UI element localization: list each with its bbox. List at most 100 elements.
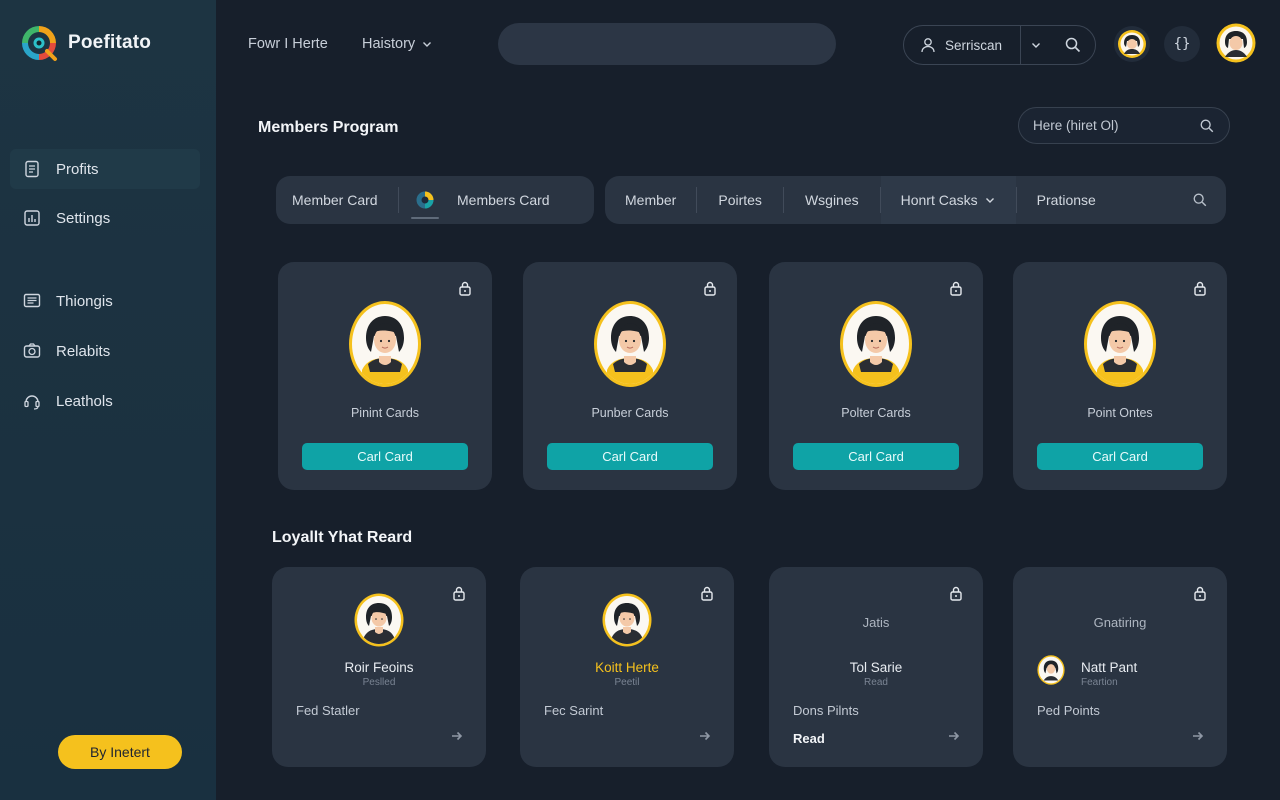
list-icon [23, 293, 41, 308]
lock-button[interactable] [703, 280, 717, 301]
loyalty-card-desc: Ped Points [1037, 703, 1100, 718]
sidebar-item-profits[interactable]: Profits [10, 149, 200, 189]
loyalty-card-desc: Dons Pilnts [793, 703, 859, 718]
sidebar-item-label: Profits [56, 160, 99, 178]
member-card[interactable]: Punber Cards Carl Card [523, 262, 737, 490]
top-nav-label: Fowr I Herte [248, 36, 328, 52]
headset-icon [24, 395, 40, 410]
global-search-input[interactable] [498, 23, 836, 65]
top-nav-label: Haistory [362, 36, 416, 52]
app-logo-icon [20, 24, 58, 62]
tab-points[interactable]: Poirtes [697, 176, 783, 224]
loyalty-card[interactable]: Jatis Tol Sarie Read Dons Pilnts Read [769, 567, 983, 767]
member-avatar-icon [602, 593, 652, 647]
member-avatar-icon [1084, 301, 1156, 387]
arrow-right-icon[interactable] [450, 729, 464, 743]
lock-button[interactable] [452, 585, 466, 606]
tab-label: Wsgines [804, 192, 859, 208]
lock-button[interactable] [949, 585, 963, 606]
sidebar-item-leathols[interactable]: Leathols [10, 381, 200, 421]
tab-members-card[interactable]: Members Card [399, 176, 550, 224]
lock-button[interactable] [458, 280, 472, 301]
chevron-down-icon [1032, 43, 1041, 48]
lock-icon [1194, 586, 1206, 601]
lock-button[interactable] [700, 585, 714, 606]
user-menu[interactable]: Serriscan [903, 25, 1096, 65]
member-avatar [602, 593, 652, 647]
lock-button[interactable] [1193, 280, 1207, 301]
card-type-tabs: Member Card Members Card [276, 176, 594, 224]
tab-wages[interactable]: Wsgines [784, 176, 880, 224]
profile-avatar[interactable] [1216, 23, 1256, 63]
top-nav-link-history[interactable]: Haistory [362, 36, 433, 52]
open-card-button[interactable] [698, 729, 712, 748]
app-name: Poefitato [68, 32, 152, 53]
search-icon [1193, 193, 1207, 207]
tab-label: Honrt Casks [900, 192, 978, 208]
loyalty-card-subtitle: Feartion [1081, 677, 1118, 688]
loyalty-card[interactable]: Gnatiring Natt Pant Feartion Ped Points [1013, 567, 1227, 767]
tab-prationse[interactable]: Prationse [1017, 176, 1192, 224]
avatar-icon [1118, 30, 1146, 58]
tab-label: Member Card [292, 192, 378, 208]
sidebar-item-label: Thiongis [56, 292, 113, 310]
user-search-button[interactable] [1051, 26, 1095, 64]
user-menu-label-area[interactable]: Serriscan [904, 26, 1022, 64]
sidebar-item-relabits[interactable]: Relabits [10, 331, 200, 371]
member-card[interactable]: Point Ontes Carl Card [1013, 262, 1227, 490]
tab-member-card[interactable]: Member Card [276, 176, 398, 224]
tab-member[interactable]: Member [605, 176, 696, 224]
sidebar-item-settings[interactable]: Settings [10, 198, 200, 238]
avatar-icon [1216, 23, 1256, 63]
tab-label: Members Card [457, 192, 550, 208]
members-search-placeholder: Here (hiret Ol) [1033, 118, 1119, 133]
lock-button[interactable] [949, 280, 963, 301]
tab-honrt-casks[interactable]: Honrt Casks [880, 176, 1016, 224]
read-link[interactable]: Read [793, 731, 825, 746]
loyalty-card-name: Koitt Herte [595, 660, 659, 675]
profile-avatar-small[interactable] [1114, 26, 1150, 62]
arrow-right-icon[interactable] [698, 729, 712, 743]
member-avatar [348, 300, 422, 388]
top-nav-link-home[interactable]: Fowr I Herte [248, 36, 328, 52]
member-avatar-icon [1037, 655, 1065, 685]
card-action-button[interactable]: Carl Card [1037, 443, 1203, 470]
card-action-button[interactable]: Carl Card [793, 443, 959, 470]
brackets-icon: {} [1173, 36, 1191, 52]
user-icon [921, 38, 935, 53]
code-toggle-button[interactable]: {} [1164, 26, 1200, 62]
lock-button[interactable] [1193, 585, 1207, 606]
loyalty-card[interactable]: Koitt Herte Peetil Fec Sarint [520, 567, 734, 767]
sidebar-item-label: Relabits [56, 342, 111, 360]
lock-icon [701, 586, 713, 601]
loyalty-card[interactable]: Roir Feoins Peslled Fed Statler [272, 567, 486, 767]
loyalty-card-subtitle: Read [864, 677, 888, 688]
user-menu-label: Serriscan [945, 37, 1003, 53]
open-card-button[interactable] [1191, 729, 1205, 748]
card-action-button[interactable]: Carl Card [547, 443, 713, 470]
chart-icon [24, 210, 40, 226]
card-action-button[interactable]: Carl Card [302, 443, 468, 470]
sidebar-item-thiongis[interactable]: Thiongis [10, 281, 200, 321]
loyalty-card-desc: Fed Statler [296, 703, 360, 718]
loyalty-card-desc: Fec Sarint [544, 703, 604, 718]
lock-icon [459, 281, 471, 296]
member-card[interactable]: Pinint Cards Carl Card [278, 262, 492, 490]
brand[interactable]: Poefitato [20, 24, 151, 62]
arrow-right-icon[interactable] [947, 729, 961, 743]
arrow-right-icon[interactable] [1191, 729, 1205, 743]
section-title-loyalty: Loyallt Yhat Reard [272, 529, 413, 546]
lock-icon [704, 281, 716, 296]
open-card-button[interactable] [450, 729, 464, 748]
tab-search-button[interactable] [1192, 192, 1226, 208]
open-card-button[interactable] [947, 729, 961, 748]
members-search-field[interactable]: Here (hiret Ol) [1018, 107, 1230, 144]
chevron-down-icon [985, 198, 994, 203]
filter-tabs: Member Poirtes Wsgines Honrt Casks Prati… [605, 176, 1226, 224]
upgrade-button[interactable]: By Inetert [58, 735, 182, 769]
tab-icon-wrapper [411, 176, 439, 224]
tab-label: Prationse [1036, 192, 1096, 208]
member-card[interactable]: Polter Cards Carl Card [769, 262, 983, 490]
user-menu-dropdown[interactable] [1021, 26, 1051, 64]
member-card-label: Pinint Cards [350, 406, 420, 420]
